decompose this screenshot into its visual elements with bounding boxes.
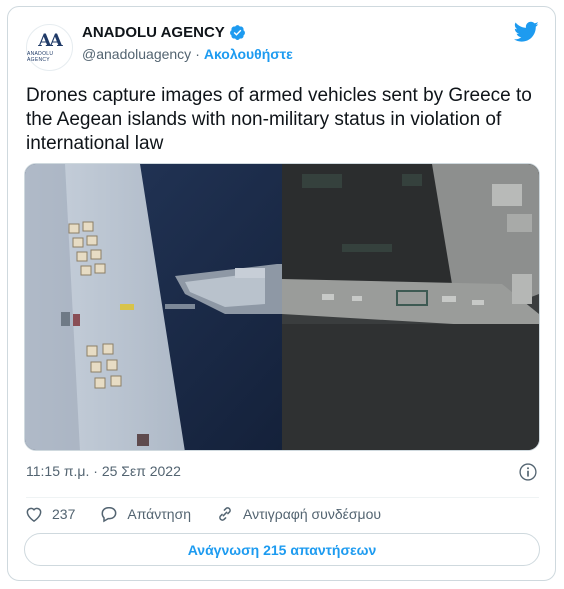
drone-image-thermal[interactable] (282, 164, 539, 450)
handle-row: @anadoluagency · Ακολουθήστε (82, 46, 293, 62)
port-aerial-photo (25, 164, 282, 450)
account-handle[interactable]: @anadoluagency (82, 46, 191, 62)
avatar-logo-mark: AA (38, 30, 62, 51)
follow-button[interactable]: Ακολουθήστε (204, 46, 293, 62)
account-name-row: ANADOLU AGENCY (82, 24, 246, 41)
reply-bubble-icon (101, 507, 117, 523)
tweet-media[interactable] (24, 163, 540, 451)
tweet-actions: 237 Απάντηση Αντιγραφή συνδέσμου (24, 504, 405, 524)
separator-dot: · (195, 46, 200, 62)
tweet-text: Drones capture images of armed vehicles … (26, 85, 532, 154)
actions-divider (26, 497, 539, 498)
read-replies-button[interactable]: Ανάγνωση 215 απαντήσεων (24, 533, 540, 566)
account-name[interactable]: ANADOLU AGENCY (82, 24, 225, 41)
link-icon (219, 507, 231, 521)
twitter-bird-icon[interactable] (514, 21, 539, 43)
copy-link-button[interactable]: Αντιγραφή συνδέσμου (215, 504, 381, 524)
reply-label: Απάντηση (127, 506, 191, 522)
reply-button[interactable]: Απάντηση (99, 504, 191, 524)
tweet-card: AA ANADOLU AGENCY ANADOLU AGENCY @anadol… (7, 6, 556, 581)
like-count: 237 (52, 506, 76, 522)
avatar-logo-subtext: ANADOLU AGENCY (27, 50, 54, 63)
account-avatar[interactable]: AA ANADOLU AGENCY (26, 24, 73, 71)
verified-badge-icon (229, 25, 245, 41)
drone-image-port[interactable] (25, 164, 282, 450)
heart-icon (26, 507, 42, 522)
copy-link-label: Αντιγραφή συνδέσμου (243, 506, 382, 522)
info-icon[interactable] (518, 462, 538, 482)
thermal-aerial-photo (282, 164, 539, 450)
tweet-timestamp[interactable]: 11:15 π.μ. · 25 Σεπ 2022 (26, 463, 181, 479)
like-button[interactable]: 237 (24, 504, 75, 524)
